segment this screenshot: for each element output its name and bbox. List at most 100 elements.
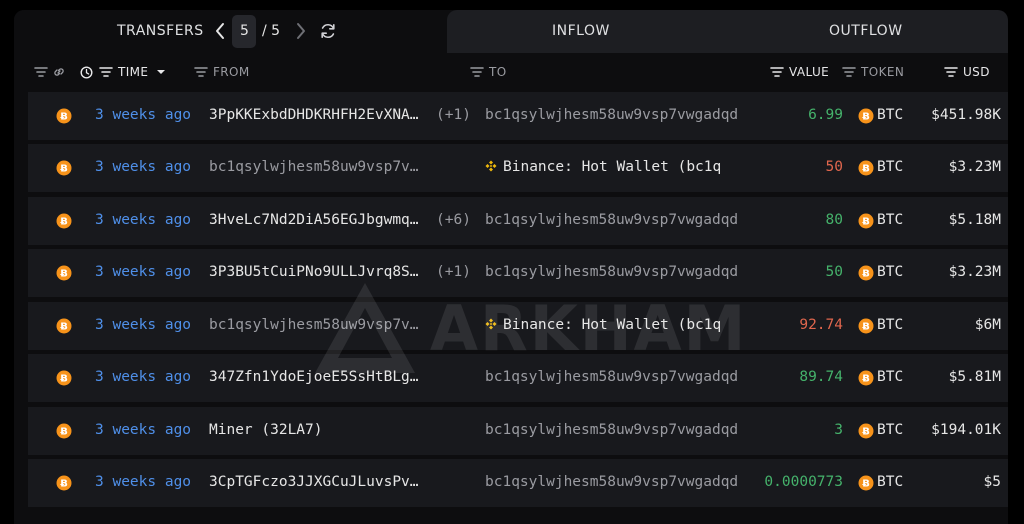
from-address[interactable]: 3PpKKExbdDHDKRHFH2EvXNAdzR: [209, 107, 427, 123]
table-row[interactable]: Ƀ 3 weeks ago 3CpTGFczo3JJXGCuJLuvsPv3kz…: [28, 459, 1008, 507]
refresh-icon[interactable]: [319, 22, 337, 40]
btc-chain-icon: Ƀ: [56, 475, 72, 491]
svg-text:Ƀ: Ƀ: [60, 374, 68, 385]
filter-icon[interactable]: [470, 66, 484, 78]
token-symbol[interactable]: BTC: [877, 159, 903, 175]
token-symbol[interactable]: BTC: [877, 107, 903, 123]
from-extra-count[interactable]: (+1): [436, 264, 471, 280]
filter-icon[interactable]: [944, 66, 958, 78]
from-address[interactable]: bc1qsylwjhesm58uw9vsp7vwgadqd: [209, 159, 427, 175]
to-address[interactable]: bc1qsylwjhesm58uw9vsp7vwgadqd: [485, 474, 747, 490]
column-value[interactable]: VALUE: [770, 64, 829, 80]
token-symbol[interactable]: BTC: [877, 212, 903, 228]
to-address-text: bc1qsylwjhesm58uw9vsp7vwgadqd: [485, 212, 739, 228]
chevron-right-icon[interactable]: [293, 20, 309, 42]
column-from[interactable]: FROM: [194, 64, 250, 80]
tab-outflow[interactable]: OUTFLOW: [829, 23, 903, 39]
to-address[interactable]: bc1qsylwjhesm58uw9vsp7vwgadqd: [485, 422, 747, 438]
table-row[interactable]: Ƀ 3 weeks ago 347Zfn1YdoEjoeE5SsHtBLgFTe…: [28, 354, 1008, 402]
usd-value: $451.98K: [931, 107, 1001, 123]
from-address[interactable]: Miner (32LA7): [209, 422, 427, 438]
btc-token-icon: Ƀ: [858, 108, 874, 124]
filter-icon[interactable]: [194, 66, 208, 78]
btc-token-icon: Ƀ: [858, 475, 874, 491]
time-link[interactable]: 3 weeks ago: [95, 212, 191, 228]
link-icon: [54, 68, 64, 76]
to-address[interactable]: bc1qsylwjhesm58uw9vsp7vwgadqd: [485, 264, 747, 280]
tab-inflow[interactable]: INFLOW: [552, 23, 610, 39]
column-token[interactable]: TOKEN: [842, 64, 904, 80]
from-address[interactable]: 3CpTGFczo3JJXGCuJLuvsPv3kz5tx: [209, 474, 427, 490]
btc-token-icon: Ƀ: [858, 213, 874, 229]
from-address[interactable]: 347Zfn1YdoEjoeE5SsHtBLgFTecTx: [209, 369, 427, 385]
flow-tabs: [447, 10, 1008, 53]
usd-value: $3.23M: [948, 264, 1001, 280]
from-extra-count[interactable]: (+1): [436, 107, 471, 123]
clock-icon: [80, 65, 93, 79]
tab-transfers[interactable]: [14, 10, 447, 53]
time-link[interactable]: 3 weeks ago: [95, 264, 191, 280]
filter-icon[interactable]: [842, 66, 856, 78]
svg-text:Ƀ: Ƀ: [60, 164, 68, 175]
table-row[interactable]: Ƀ 3 weeks ago 3P3BU5tCuiPNo9ULLJvrq8Sxxx…: [28, 249, 1008, 297]
svg-text:Ƀ: Ƀ: [862, 217, 870, 228]
time-link[interactable]: 3 weeks ago: [95, 317, 191, 333]
to-address-text: bc1qsylwjhesm58uw9vsp7vwgadqd: [485, 369, 739, 385]
column-time[interactable]: TIME: [80, 64, 166, 80]
usd-value: $6M: [974, 317, 1001, 333]
btc-chain-icon: Ƀ: [56, 423, 72, 439]
to-address[interactable]: Binance: Hot Wallet (bc1q: [485, 159, 747, 175]
table-row[interactable]: Ƀ 3 weeks ago bc1qsylwjhesm58uw9vsp7vwga…: [28, 302, 1008, 350]
to-address[interactable]: bc1qsylwjhesm58uw9vsp7vwgadqd: [485, 369, 747, 385]
column-usd[interactable]: USD: [944, 64, 990, 80]
time-link[interactable]: 3 weeks ago: [95, 474, 191, 490]
chevron-left-icon[interactable]: [212, 20, 228, 42]
time-link[interactable]: 3 weeks ago: [95, 107, 191, 123]
filter-icon[interactable]: [34, 66, 48, 78]
token-symbol[interactable]: BTC: [877, 317, 903, 333]
svg-text:Ƀ: Ƀ: [60, 322, 68, 333]
table-row[interactable]: Ƀ 3 weeks ago 3HveLc7Nd2DiA56EGJbgwmqxx …: [28, 197, 1008, 245]
to-address[interactable]: bc1qsylwjhesm58uw9vsp7vwgadqd: [485, 212, 747, 228]
time-link[interactable]: 3 weeks ago: [95, 369, 191, 385]
svg-text:Ƀ: Ƀ: [862, 479, 870, 490]
to-address-text: Binance: Hot Wallet (bc1q: [503, 317, 722, 333]
svg-text:Ƀ: Ƀ: [862, 112, 870, 123]
btc-token-icon: Ƀ: [858, 370, 874, 386]
to-address-text: bc1qsylwjhesm58uw9vsp7vwgadqd: [485, 107, 739, 123]
svg-text:Ƀ: Ƀ: [862, 374, 870, 385]
usd-value: $5.81M: [948, 369, 1001, 385]
svg-text:Ƀ: Ƀ: [862, 427, 870, 438]
btc-chain-icon: Ƀ: [56, 160, 72, 176]
time-link[interactable]: 3 weeks ago: [95, 422, 191, 438]
to-address[interactable]: Binance: Hot Wallet (bc1q: [485, 317, 747, 333]
btc-chain-icon: Ƀ: [56, 265, 72, 281]
token-symbol[interactable]: BTC: [877, 264, 903, 280]
column-link-filter[interactable]: [34, 64, 66, 80]
to-address-text: bc1qsylwjhesm58uw9vsp7vwgadqd: [485, 474, 739, 490]
from-extra-count[interactable]: (+6): [436, 212, 471, 228]
column-to[interactable]: TO: [470, 64, 507, 80]
page-total: / 5: [262, 23, 281, 39]
filter-icon[interactable]: [99, 66, 113, 78]
time-link[interactable]: 3 weeks ago: [95, 159, 191, 175]
binance-icon: [485, 318, 497, 330]
from-address[interactable]: 3P3BU5tCuiPNo9ULLJvrq8Sxxx: [209, 264, 427, 280]
token-symbol[interactable]: BTC: [877, 422, 903, 438]
from-address[interactable]: bc1qsylwjhesm58uw9vsp7vwgadqd: [209, 317, 427, 333]
transfer-value: 3: [834, 422, 843, 438]
transfer-value: 50: [825, 264, 843, 280]
table-row[interactable]: Ƀ 3 weeks ago Miner (32LA7) bc1qsylwjhes…: [28, 407, 1008, 455]
token-symbol[interactable]: BTC: [877, 369, 903, 385]
transfers-title: TRANSFERS: [117, 23, 204, 39]
table-row[interactable]: Ƀ 3 weeks ago bc1qsylwjhesm58uw9vsp7vwga…: [28, 144, 1008, 192]
sort-desc-icon[interactable]: [156, 68, 166, 76]
from-address[interactable]: 3HveLc7Nd2DiA56EGJbgwmqxx: [209, 212, 427, 228]
table-row[interactable]: Ƀ 3 weeks ago 3PpKKExbdDHDKRHFH2EvXNAdzR…: [28, 92, 1008, 140]
column-usd-label: USD: [963, 65, 990, 79]
token-symbol[interactable]: BTC: [877, 474, 903, 490]
to-address-text: bc1qsylwjhesm58uw9vsp7vwgadqd: [485, 264, 739, 280]
svg-text:Ƀ: Ƀ: [60, 427, 68, 438]
filter-icon[interactable]: [770, 66, 784, 78]
to-address[interactable]: bc1qsylwjhesm58uw9vsp7vwgadqd: [485, 107, 747, 123]
